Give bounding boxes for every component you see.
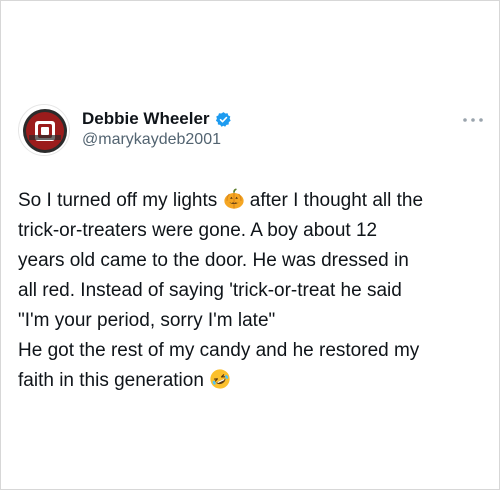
tweet-line-5: "I'm your period, sorry I'm late" (18, 310, 276, 331)
tweet-header: Debbie Wheeler @marykaydeb2001 (18, 104, 484, 164)
tweet-line-3: years old came to the door. He was dress… (18, 250, 409, 271)
tweet-text: So I turned off my lights after I though… (18, 186, 488, 396)
user-handle[interactable]: @marykaydeb2001 (82, 131, 232, 149)
tweet-line-text: after I thought all the (244, 190, 424, 211)
tweet-line-4: all red. Instead of saying 'trick-or-tre… (18, 280, 402, 301)
rolling-on-floor-laughing-icon (210, 369, 230, 389)
tweet-line-text: So I turned off my lights (18, 190, 223, 211)
name-row: Debbie Wheeler (82, 108, 232, 130)
user-info: Debbie Wheeler @marykaydeb2001 (82, 108, 232, 149)
tweet-line-7: faith in this generation (18, 366, 488, 396)
more-options-icon[interactable] (462, 116, 484, 124)
avatar[interactable] (18, 104, 70, 156)
verified-badge-icon (215, 111, 231, 127)
tweet-card: Debbie Wheeler @marykaydeb2001 So I turn… (0, 0, 500, 490)
tweet-line-1: So I turned off my lights after I though… (18, 186, 488, 216)
display-name[interactable]: Debbie Wheeler (82, 109, 210, 129)
oklahoma-sooners-logo-icon (19, 105, 69, 155)
tweet-line-6: He got the rest of my candy and he resto… (18, 340, 420, 361)
tweet-line-2: trick-or-treaters were gone. A boy about… (18, 220, 378, 241)
tweet-line-text: faith in this generation (18, 370, 210, 391)
jack-o-lantern-icon (223, 188, 244, 209)
